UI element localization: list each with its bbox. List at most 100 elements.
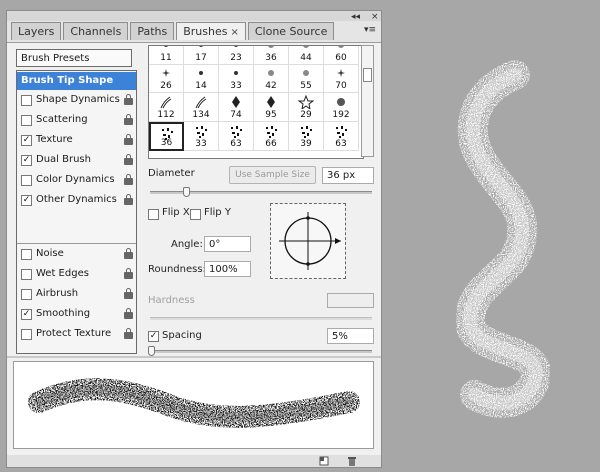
brush-tip-cell[interactable]: 66 — [254, 122, 289, 151]
brush-presets-button[interactable]: Brush Presets — [16, 49, 132, 67]
lock-icon[interactable] — [124, 134, 133, 145]
brush-tip-thumbnail-icon — [234, 71, 238, 75]
trash-icon[interactable] — [347, 456, 357, 466]
tab-brushes[interactable]: Brushes × — [176, 22, 246, 40]
brush-tip-cell[interactable]: 29 — [289, 93, 324, 122]
brush-tip-crosshair-icon — [279, 212, 341, 270]
brush-tip-cell[interactable]: 26 — [149, 64, 184, 93]
brush-tip-cell[interactable]: 33 — [219, 64, 254, 93]
brush-tip-cell[interactable]: 63 — [219, 122, 254, 151]
brush-tip-cell[interactable]: 11 — [149, 46, 184, 65]
close-panel-button[interactable]: × — [371, 12, 379, 22]
option-checkbox[interactable] — [21, 269, 32, 280]
option-label: Protect Texture — [36, 328, 112, 339]
scrollbar-thumb[interactable] — [363, 68, 372, 82]
brush-size-label: 39 — [300, 139, 312, 149]
brush-grid-scrollbar[interactable] — [361, 45, 374, 157]
flip-y-checkbox[interactable] — [190, 209, 201, 220]
panel-menu-icon[interactable]: ▾≡ — [364, 25, 376, 35]
new-preset-icon[interactable] — [319, 456, 329, 466]
brush-tip-cell[interactable]: 74 — [219, 93, 254, 122]
lock-icon[interactable] — [124, 174, 133, 185]
brush-tip-cell[interactable]: 33 — [184, 122, 219, 151]
brush-tip-cell[interactable]: 60 — [324, 46, 359, 65]
brush-tip-thumbnail-icon — [268, 46, 274, 48]
option-checkbox[interactable]: ✓ — [21, 135, 32, 146]
option-row-dual-brush[interactable]: ✓ Dual Brush — [17, 151, 136, 169]
angle-label: Angle: — [171, 239, 203, 250]
brush-tip-cell[interactable]: 95 — [254, 93, 289, 122]
brush-tip-thumbnail-icon — [267, 96, 275, 108]
option-row-noise[interactable]: Noise — [17, 245, 136, 263]
option-row-wet-edges[interactable]: Wet Edges — [17, 265, 136, 283]
brush-tip-cell[interactable]: 14 — [184, 64, 219, 93]
diameter-slider-thumb[interactable] — [183, 187, 190, 197]
option-checkbox[interactable]: ✓ — [21, 155, 32, 166]
option-checkbox[interactable] — [21, 289, 32, 300]
brush-tip-thumbnail-icon — [199, 71, 203, 75]
brush-tip-shape-item[interactable]: Brush Tip Shape — [17, 72, 136, 90]
lock-icon[interactable] — [124, 288, 133, 299]
panel-footer — [7, 455, 381, 467]
lock-icon[interactable] — [124, 194, 133, 205]
roundness-field[interactable]: 100% — [204, 261, 251, 277]
lock-icon[interactable] — [124, 114, 133, 125]
option-row-protect-texture[interactable]: Protect Texture — [17, 325, 136, 343]
brush-tip-cell[interactable]: 42 — [254, 64, 289, 93]
angle-field[interactable]: 0° — [204, 236, 251, 252]
spacing-slider-track[interactable] — [150, 350, 372, 353]
spacing-checkbox[interactable]: ✓ — [148, 331, 159, 342]
spacing-field[interactable]: 5% — [327, 328, 374, 344]
lock-icon[interactable] — [124, 308, 133, 319]
close-tab-icon[interactable]: × — [230, 27, 238, 38]
brush-tip-cell[interactable]: 134 — [184, 93, 219, 122]
brush-tip-cell[interactable]: 70 — [324, 64, 359, 93]
brush-tip-cell[interactable]: 192 — [324, 93, 359, 122]
brush-tip-cell[interactable]: 63 — [324, 122, 359, 151]
option-checkbox[interactable]: ✓ — [21, 309, 32, 320]
option-checkbox[interactable] — [21, 175, 32, 186]
brush-size-label: 63 — [230, 139, 242, 149]
tab-label: Layers — [18, 25, 55, 38]
option-row-shape-dynamics[interactable]: Shape Dynamics — [17, 91, 136, 109]
option-row-scattering[interactable]: Scattering — [17, 111, 136, 129]
spacing-slider-thumb[interactable] — [148, 346, 155, 356]
tab-paths[interactable]: Paths — [130, 22, 175, 40]
brush-size-label: 36 — [160, 138, 173, 148]
lock-icon[interactable] — [124, 328, 133, 339]
brush-size-label: 112 — [157, 110, 175, 120]
brush-tip-cell[interactable]: 44 — [289, 46, 324, 65]
option-row-texture[interactable]: ✓ Texture — [17, 131, 136, 149]
spacing-label: Spacing — [162, 330, 202, 341]
option-checkbox[interactable] — [21, 249, 32, 260]
option-checkbox[interactable]: ✓ — [21, 195, 32, 206]
collapse-panel-button[interactable]: ◂◂ — [351, 12, 360, 22]
brush-size-label: 33 — [195, 139, 207, 149]
brush-tip-cell[interactable]: 23 — [219, 46, 254, 65]
option-checkbox[interactable] — [21, 115, 32, 126]
brush-tip-cell[interactable]: 55 — [289, 64, 324, 93]
option-row-other-dynamics[interactable]: ✓ Other Dynamics — [17, 191, 136, 209]
preview-divider — [7, 356, 381, 358]
brush-tip-cell[interactable]: 112 — [149, 93, 184, 122]
tab-layers[interactable]: Layers — [11, 22, 62, 40]
use-sample-size-button[interactable]: Use Sample Size — [229, 166, 316, 184]
lock-icon[interactable] — [124, 248, 133, 259]
option-row-airbrush[interactable]: Airbrush — [17, 285, 136, 303]
lock-icon[interactable] — [124, 154, 133, 165]
option-row-smoothing[interactable]: ✓ Smoothing — [17, 305, 136, 323]
tab-clone-source[interactable]: Clone Source — [247, 22, 335, 40]
tab-channels[interactable]: Channels — [63, 22, 129, 40]
brush-tip-cell[interactable]: 17 — [184, 46, 219, 65]
brush-tip-cell[interactable]: 36 — [254, 46, 289, 65]
option-checkbox[interactable] — [21, 329, 32, 340]
option-row-color-dynamics[interactable]: Color Dynamics — [17, 171, 136, 189]
flip-x-checkbox[interactable] — [148, 209, 159, 220]
brush-tip-cell[interactable]: 39 — [289, 122, 324, 151]
option-checkbox[interactable] — [21, 95, 32, 106]
lock-icon[interactable] — [124, 94, 133, 105]
diameter-field[interactable]: 36 px — [322, 167, 374, 184]
angle-roundness-dial[interactable] — [270, 203, 346, 279]
lock-icon[interactable] — [124, 268, 133, 279]
brush-tip-cell[interactable]: 36 — [149, 122, 184, 151]
